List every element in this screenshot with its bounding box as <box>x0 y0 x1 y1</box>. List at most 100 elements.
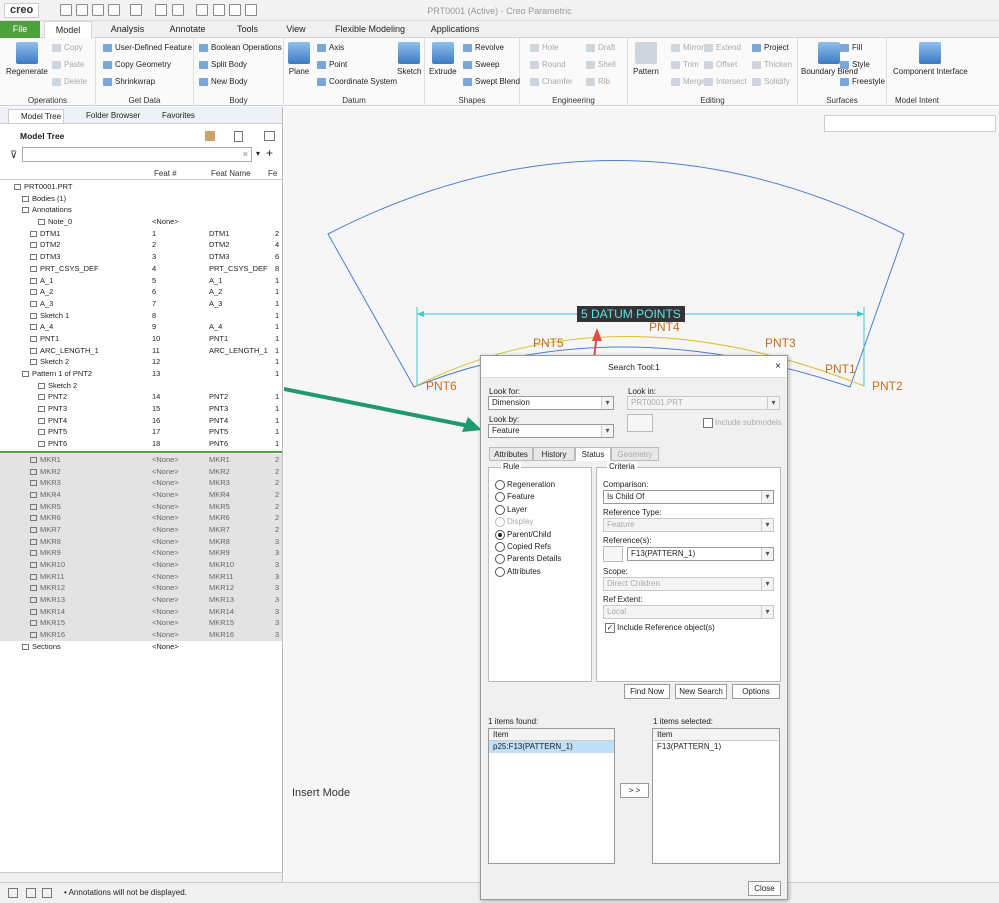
globe-icon[interactable] <box>26 888 36 898</box>
move-to-selected-button[interactable]: > > <box>620 783 649 798</box>
shell-button[interactable]: Shell <box>586 60 616 69</box>
pattern-button[interactable]: Pattern <box>633 42 659 76</box>
point-pnt3[interactable]: PNT3 <box>765 336 796 350</box>
select-cursor-button[interactable] <box>627 414 653 432</box>
reference-select-button[interactable] <box>603 546 623 562</box>
rule-attributes[interactable]: Attributes <box>495 567 541 577</box>
rule-parents-details[interactable]: Parents Details <box>495 554 561 564</box>
close-button[interactable]: Close <box>748 881 781 896</box>
fill-button[interactable]: Fill <box>840 43 862 52</box>
tab-file[interactable]: File <box>0 21 40 38</box>
rule-regeneration[interactable]: Regeneration <box>495 480 555 490</box>
split-body-button[interactable]: Split Body <box>199 60 247 69</box>
regenerate-button[interactable]: Regenerate <box>6 42 48 76</box>
table-row[interactable]: Note_0 <None> <box>0 216 282 228</box>
extrude-button[interactable]: Extrude <box>429 42 457 76</box>
tree-settings-icon[interactable] <box>205 131 215 141</box>
found-list[interactable]: Item p25:F13(PATTERN_1) <box>488 728 615 864</box>
draft-button[interactable]: Draft <box>586 43 615 52</box>
table-row[interactable]: PNT6 18 PNT6 1 <box>0 438 282 450</box>
rule-layer[interactable]: Layer <box>495 505 527 515</box>
table-row[interactable]: PRT_CSYS_DEF 4 PRT_CSYS_DEF 8 <box>0 263 282 275</box>
freestyle-button[interactable]: Freestyle <box>840 77 885 86</box>
tree-columns-icon[interactable] <box>264 131 275 141</box>
table-row[interactable]: PRT0001.PRT <box>0 181 282 193</box>
table-row[interactable]: DTM1 1 DTM1 2 <box>0 228 282 240</box>
tab-folder-browser[interactable]: Folder Browser <box>74 109 142 123</box>
chevron-down-icon[interactable]: ▾ <box>256 149 260 158</box>
table-row[interactable]: MKR8 <None> MKR8 3 <box>0 535 282 548</box>
point-pnt6[interactable]: PNT6 <box>426 379 457 393</box>
table-row[interactable]: PNT4 16 PNT4 1 <box>0 415 282 427</box>
rule-copied-refs[interactable]: Copied Refs <box>495 542 551 552</box>
selected-list[interactable]: Item F13(PATTERN_1) <box>652 728 780 864</box>
swept-blend-button[interactable]: Swept Blend <box>463 77 520 86</box>
selected-item[interactable]: F13(PATTERN_1) <box>653 741 779 753</box>
tab-view[interactable]: View <box>276 21 316 38</box>
table-row[interactable]: MKR4 <None> MKR4 2 <box>0 488 282 501</box>
include-submodels-checkbox[interactable]: Include submodels <box>703 418 782 428</box>
add-icon[interactable]: + <box>266 146 273 160</box>
col-fe[interactable]: Fe <box>268 169 277 178</box>
udf-button[interactable]: User-Defined Feature <box>103 43 192 52</box>
paste-button[interactable]: Paste <box>52 60 84 69</box>
revolve-button[interactable]: Revolve <box>463 43 504 52</box>
table-row[interactable]: DTM3 3 DTM3 6 <box>0 251 282 263</box>
reference-type-select[interactable]: Feature <box>603 518 774 532</box>
group-label[interactable]: Surfaces <box>798 96 886 105</box>
table-row[interactable]: MKR11 <None> MKR11 3 <box>0 570 282 583</box>
find-now-button[interactable]: Find Now <box>624 684 670 699</box>
table-row[interactable]: ARC_LENGTH_1 11 ARC_LENGTH_1 1 <box>0 345 282 357</box>
tab-flexible-modeling[interactable]: Flexible Modeling <box>325 21 415 38</box>
table-row[interactable]: Bodies (1) <box>0 193 282 205</box>
col-feat-num[interactable]: Feat # <box>154 169 177 178</box>
rule-parent-child[interactable]: Parent/Child <box>495 530 551 540</box>
tree-filter-input[interactable]: × <box>22 147 252 162</box>
clear-icon[interactable]: × <box>243 149 248 159</box>
options-button[interactable]: Options <box>732 684 780 699</box>
tab-model-tree[interactable]: Model Tree <box>8 109 64 123</box>
thicken-button[interactable]: Thicken <box>752 60 792 69</box>
tab-history[interactable]: History <box>533 447 575 461</box>
found-item[interactable]: p25:F13(PATTERN_1) <box>489 741 614 753</box>
component-interface-button[interactable]: Component Interface <box>893 42 968 76</box>
delete-button[interactable]: Delete <box>52 77 87 86</box>
tab-annotate[interactable]: Annotate <box>160 21 215 38</box>
table-row[interactable]: MKR7 <None> MKR7 2 <box>0 523 282 536</box>
group-label[interactable]: Body <box>194 96 283 105</box>
table-row[interactable]: Sketch 2 12 1 <box>0 356 282 368</box>
new-body-button[interactable]: New Body <box>199 77 247 86</box>
tab-tools[interactable]: Tools <box>225 21 270 38</box>
hole-button[interactable]: Hole <box>530 43 558 52</box>
group-label[interactable]: Editing <box>628 96 797 105</box>
table-row[interactable]: A_4 9 A_4 1 <box>0 321 282 333</box>
table-row[interactable]: PNT5 17 PNT5 1 <box>0 426 282 438</box>
table-row[interactable]: MKR13 <None> MKR13 3 <box>0 594 282 606</box>
table-row[interactable]: A_2 6 A_2 1 <box>0 286 282 298</box>
table-row[interactable]: MKR3 <None> MKR3 2 <box>0 477 282 489</box>
intersect-button[interactable]: Intersect <box>704 77 747 86</box>
tree-scrollbar[interactable] <box>0 872 282 882</box>
new-search-button[interactable]: New Search <box>675 684 727 699</box>
look-in-select[interactable]: PRT0001.PRT <box>627 396 780 410</box>
plane-button[interactable]: Plane <box>288 42 310 76</box>
table-row[interactable]: Sections <None> <box>0 641 282 653</box>
table-row[interactable]: MKR10 <None> MKR10 3 <box>0 559 282 571</box>
project-button[interactable]: Project <box>752 43 789 52</box>
group-label[interactable]: Engineering <box>520 96 627 105</box>
trim-button[interactable]: Trim <box>671 60 699 69</box>
table-row[interactable]: PNT1 10 PNT1 1 <box>0 333 282 345</box>
offset-button[interactable]: Offset <box>704 60 737 69</box>
comparison-select[interactable]: Is Child Of <box>603 490 774 504</box>
table-row[interactable]: MKR16 <None> MKR16 3 <box>0 629 282 641</box>
table-row[interactable]: Annotations <box>0 204 282 216</box>
tab-status[interactable]: Status <box>575 447 611 461</box>
table-row[interactable]: MKR12 <None> MKR12 3 <box>0 582 282 595</box>
copy-geometry-button[interactable]: Copy Geometry <box>103 60 171 69</box>
chamfer-button[interactable]: Chamfer <box>530 77 573 86</box>
shrinkwrap-button[interactable]: Shrinkwrap <box>103 77 155 86</box>
tab-geometry[interactable]: Geometry <box>611 447 659 461</box>
ref-extent-select[interactable]: Local <box>603 605 774 619</box>
coordinate-system-button[interactable]: Coordinate System <box>317 77 397 86</box>
tab-applications[interactable]: Applications <box>425 21 485 38</box>
